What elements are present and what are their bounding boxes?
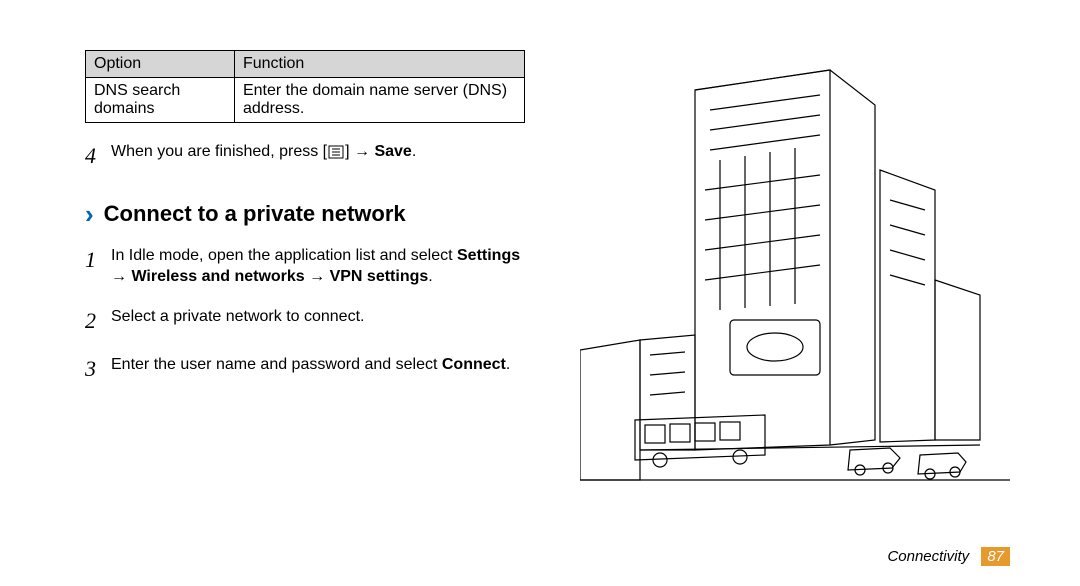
- step4-before: When you are finished, press [: [111, 143, 327, 160]
- step-body: In Idle mode, open the application list …: [111, 245, 525, 288]
- table-cell-function: Enter the domain name server (DNS) addre…: [234, 78, 524, 123]
- table-cell-option: DNS search domains: [86, 78, 235, 123]
- step1-end: .: [428, 268, 432, 285]
- step4-after: ] →: [345, 143, 374, 160]
- step4-end: .: [412, 143, 416, 160]
- step-body: Enter the user name and password and sel…: [111, 354, 525, 376]
- illustration: [580, 50, 1010, 530]
- step3-bold: Connect: [442, 356, 506, 373]
- section-header: › Connect to a private network: [85, 201, 525, 227]
- step-1: 1 In Idle mode, open the application lis…: [85, 245, 525, 288]
- step1-text: In Idle mode, open the application list …: [111, 247, 457, 264]
- step-number: 2: [85, 306, 111, 336]
- step3-text: Enter the user name and password and sel…: [111, 356, 442, 373]
- footer-page-number: 87: [981, 547, 1010, 566]
- step-2: 2 Select a private network to connect.: [85, 306, 525, 336]
- step3-end: .: [506, 356, 510, 373]
- step-4: 4 When you are finished, press [ ] → Save…: [85, 141, 525, 171]
- step-number: 3: [85, 354, 111, 384]
- step4-bold: Save: [374, 143, 411, 160]
- section-title: Connect to a private network: [104, 201, 406, 227]
- step2-text: Select a private network to connect.: [111, 308, 364, 325]
- city-illustration-icon: [580, 50, 1010, 530]
- step-number: 1: [85, 245, 111, 275]
- step-3: 3 Enter the user name and password and s…: [85, 354, 525, 384]
- step-body: When you are finished, press [ ] → Save.: [111, 141, 525, 166]
- step-number: 4: [85, 141, 111, 171]
- step-body: Select a private network to connect.: [111, 306, 525, 328]
- table-header-function: Function: [234, 51, 524, 78]
- table-row: DNS search domains Enter the domain name…: [86, 78, 525, 123]
- table-header-option: Option: [86, 51, 235, 78]
- chevron-icon: ›: [85, 201, 94, 227]
- page-footer: Connectivity 87: [887, 547, 1010, 566]
- footer-section-label: Connectivity: [887, 548, 969, 565]
- options-table: Option Function DNS search domains Enter…: [85, 50, 525, 123]
- menu-icon: [328, 144, 344, 166]
